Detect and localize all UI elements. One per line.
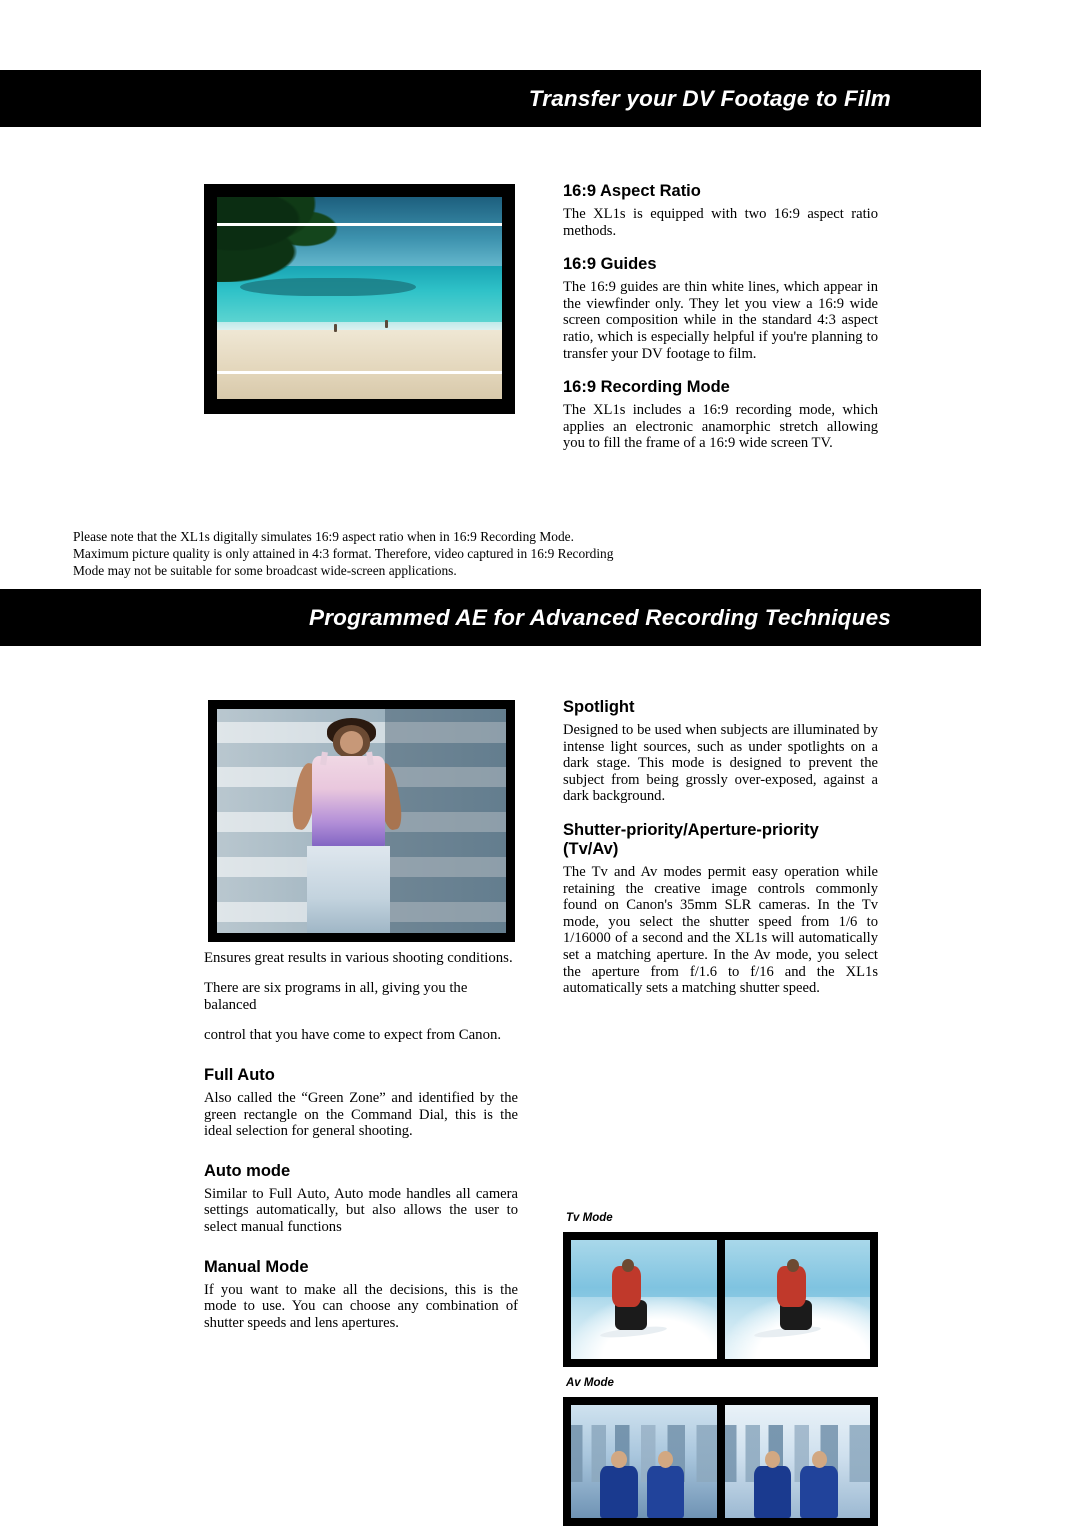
person-right: [646, 1448, 685, 1518]
heading-shutter-aperture-priority: Shutter-priority/Aperture-priority: [563, 820, 819, 839]
person-torso: [646, 1466, 685, 1518]
photo-surfer-fast-shutter: [724, 1240, 870, 1359]
surfer-body: [611, 1266, 641, 1307]
surfer-body: [776, 1266, 806, 1307]
woman-strap-right: [366, 751, 374, 766]
body-recording-mode: The XL1s includes a 16:9 recording mode,…: [563, 402, 878, 452]
section1-text-column: 16:9 Aspect Ratio The XL1s is equipped w…: [563, 182, 878, 452]
person-torso: [753, 1466, 792, 1518]
woman-skirt: [306, 845, 391, 933]
person-torso: [800, 1466, 838, 1518]
body-guides: The 16:9 guides are thin white lines, wh…: [563, 279, 878, 362]
heading-tv-av: (Tv/Av): [563, 839, 619, 858]
body-manual-mode: If you want to make all the decisions, t…: [204, 1281, 518, 1331]
label-tv-mode: Tv Mode: [566, 1212, 613, 1224]
photo-couple-deep-dof: [724, 1405, 870, 1518]
photo-beach-16-9-guides: [204, 184, 515, 414]
banner-title: Programmed AE for Advanced Recording Tec…: [308, 604, 891, 630]
lead-line-2: There are six programs in all, giving yo…: [204, 980, 468, 1013]
body-shutter-aperture-priority: The Tv and Av modes permit easy operatio…: [563, 863, 878, 997]
person-torso: [600, 1466, 638, 1518]
heading-manual-mode: Manual Mode: [204, 1257, 309, 1276]
woman-torso: [312, 756, 385, 851]
surfer-head: [621, 1259, 634, 1273]
section-banner-transfer-dv-footage: Transfer your DV Footage to Film: [0, 70, 981, 127]
section-banner-programmed-ae: Programmed AE for Advanced Recording Tec…: [0, 589, 981, 646]
body-full-auto: Also called the “Green Zone” and identif…: [204, 1090, 518, 1140]
photo-surfer-slow-shutter: [571, 1240, 717, 1359]
body-aspect-ratio: The XL1s is equipped with two 16:9 aspec…: [563, 206, 878, 239]
city-skyline: [724, 1425, 870, 1482]
lead-line-1: Ensures great results in various shootin…: [204, 950, 513, 966]
beach-foliage: [217, 197, 366, 282]
heading-guides: 16:9 Guides: [563, 255, 657, 274]
wall-shadow: [384, 709, 506, 933]
surfer-head: [787, 1259, 799, 1273]
body-auto-mode: Similar to Full Auto, Auto mode handles …: [204, 1185, 518, 1235]
section2-right-column: Spotlight Designed to be used when subje…: [563, 698, 878, 997]
person-head: [764, 1450, 781, 1468]
beach-person: [385, 320, 389, 329]
person-right: [800, 1448, 838, 1518]
beach-person: [333, 324, 337, 333]
photo-woman-programmed-ae: [208, 700, 515, 942]
heading-auto-mode: Auto mode: [204, 1161, 291, 1180]
photo-woman-inner: [217, 709, 506, 933]
label-av-mode: Av Mode: [566, 1377, 614, 1389]
heading-recording-mode: 16:9 Recording Mode: [563, 378, 730, 397]
person-left: [600, 1448, 638, 1518]
city-skyline: [571, 1425, 717, 1482]
photo-couple-shallow-dof: [571, 1405, 717, 1518]
person-head: [811, 1450, 827, 1468]
section1-note: Please note that the XL1s digitally simu…: [73, 529, 614, 578]
person-head: [611, 1450, 627, 1468]
body-spotlight: Designed to be used when subjects are il…: [563, 722, 878, 805]
heading-aspect-ratio: 16:9 Aspect Ratio: [563, 182, 701, 200]
photo-pair-tv-mode: [563, 1232, 878, 1367]
heading-full-auto: Full Auto: [204, 1066, 275, 1084]
photo-beach-inner: [217, 197, 502, 399]
guide-line-bottom-icon: [217, 370, 502, 374]
photo-pair-av-mode: [563, 1397, 878, 1526]
person-left: [753, 1448, 792, 1518]
section2-left-column: Ensures great results in various shootin…: [204, 950, 518, 1331]
person-head: [658, 1450, 674, 1468]
lead-line-3: control that you have come to expect fro…: [204, 1027, 502, 1043]
heading-spotlight: Spotlight: [563, 698, 635, 716]
beach-sand: [217, 330, 502, 399]
banner-title: Transfer your DV Footage to Film: [528, 85, 891, 111]
woman-face: [339, 731, 363, 754]
guide-line-top-icon: [217, 223, 502, 227]
